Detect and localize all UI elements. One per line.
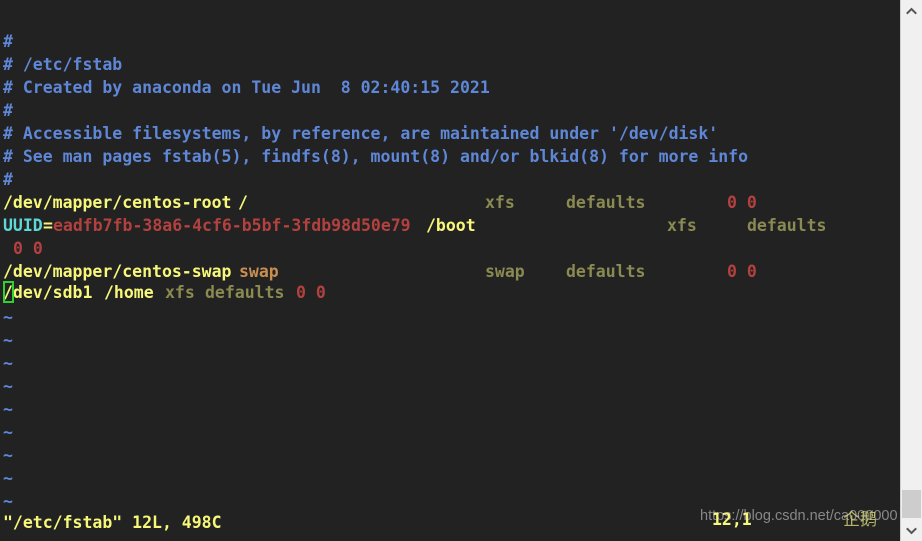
fstab-device-text: /dev/sdb1 [3, 283, 93, 302]
fstab-entry-options: defaults [747, 214, 826, 237]
fstab-fstype-text: xfs [165, 283, 195, 302]
scroll-down-button[interactable] [901, 520, 922, 541]
fstab-entry-options: defaults [205, 281, 284, 304]
empty-line-tilde: ~ [3, 423, 13, 442]
empty-line-tilde: ~ [3, 331, 13, 350]
fstab-entry-fstype: xfs [165, 281, 195, 304]
fstab-options-text: defaults [747, 216, 827, 235]
scrollbar-thumb[interactable] [902, 490, 921, 518]
fstab-entry-equals: = [43, 214, 53, 237]
status-line: "/etc/fstab" 12L, 498C [3, 513, 222, 532]
fstab-entry-device: /dev/sdb1 [3, 281, 92, 304]
empty-line-tilde: ~ [3, 354, 13, 373]
fstab-fstype-text: xfs [667, 216, 697, 235]
chevron-up-icon [906, 7, 917, 14]
empty-line-tilde: ~ [3, 469, 13, 488]
vertical-scrollbar[interactable] [900, 0, 922, 541]
fstab-equals-text: = [43, 216, 53, 235]
fstab-options-text: defaults [205, 283, 285, 302]
buffer-line-comment: # [3, 101, 13, 120]
buffer-line-comment: # Accessible filesystems, by reference, … [3, 124, 719, 143]
fstab-options-text: defaults [566, 262, 646, 281]
buffer-line-comment: # [3, 32, 13, 51]
fstab-entry-dump: 0 0 [296, 281, 326, 304]
buffer-line-comment: # See man pages fstab(5), findfs(8), mou… [3, 147, 749, 166]
fstab-uuid-value-text: eadfb7fb-38a6-4cf6-b5bf-3fdb98d50e79 [53, 216, 411, 235]
fstab-entry-dump: 0 0 [727, 191, 757, 214]
fstab-fstype-text: swap [485, 262, 525, 281]
fstab-mount-text: /home [104, 283, 154, 302]
fstab-entry-mount: / [238, 191, 248, 214]
fstab-entry-mount: swap [239, 260, 279, 283]
fstab-dump-text: 0 0 [727, 193, 757, 212]
empty-line-tilde: ~ [3, 377, 13, 396]
vim-editor-window: # # /etc/fstab # Created by anaconda on … [0, 0, 922, 541]
buffer-line-comment: # Created by anaconda on Tue Jun 8 02:40… [3, 78, 490, 97]
fstab-options-text: defaults [566, 193, 646, 212]
fstab-device-text: /dev/mapper/centos-root [3, 193, 232, 212]
fstab-mount-text: swap [239, 262, 279, 281]
fstab-entry-fstype: xfs [667, 214, 697, 237]
fstab-uuid-key-text: UUID [3, 216, 43, 235]
cursor-position-indicator: 12,1 [712, 510, 752, 529]
fstab-fstype-text: xfs [485, 193, 515, 212]
empty-line-tilde: ~ [3, 446, 13, 465]
fstab-entry-mount: /home [104, 281, 154, 304]
fstab-mount-text: /boot [426, 216, 476, 235]
fstab-entry-device: /dev/mapper/centos-swap [3, 260, 231, 283]
fstab-entry-options: defaults [566, 260, 645, 283]
fstab-entry-dump: 0 0 [13, 237, 43, 260]
fstab-entry-device: /dev/mapper/centos-root [3, 191, 231, 214]
chevron-down-icon [906, 527, 917, 534]
buffer-line-comment: # [3, 170, 13, 189]
empty-line-tilde: ~ [3, 492, 13, 511]
fstab-dump-text: 0 0 [13, 239, 43, 258]
fstab-dump-text: 0 0 [727, 262, 757, 281]
buffer-line-comment: # /etc/fstab [3, 55, 123, 74]
fstab-entry-fstype: swap [485, 260, 525, 283]
fstab-mount-text: / [238, 193, 248, 212]
fstab-dump-text: 0 0 [296, 283, 326, 302]
fstab-entry-options: defaults [566, 191, 645, 214]
scroll-up-button[interactable] [901, 0, 922, 21]
fstab-entry-fstype: xfs [485, 191, 515, 214]
terminal-text-area[interactable]: # # /etc/fstab # Created by anaconda on … [0, 0, 900, 541]
fstab-entry-uuid-value: eadfb7fb-38a6-4cf6-b5bf-3fdb98d50e79 [53, 214, 411, 237]
fstab-entry-mount: /boot [426, 214, 476, 237]
watermark-cjk-text: 企鹅 [843, 510, 877, 530]
empty-line-tilde: ~ [3, 308, 13, 327]
fstab-entry-dump: 0 0 [727, 260, 757, 283]
fstab-entry-uuid-key: UUID [3, 214, 43, 237]
empty-line-tilde: ~ [3, 400, 13, 419]
fstab-device-text: /dev/mapper/centos-swap [3, 262, 232, 281]
